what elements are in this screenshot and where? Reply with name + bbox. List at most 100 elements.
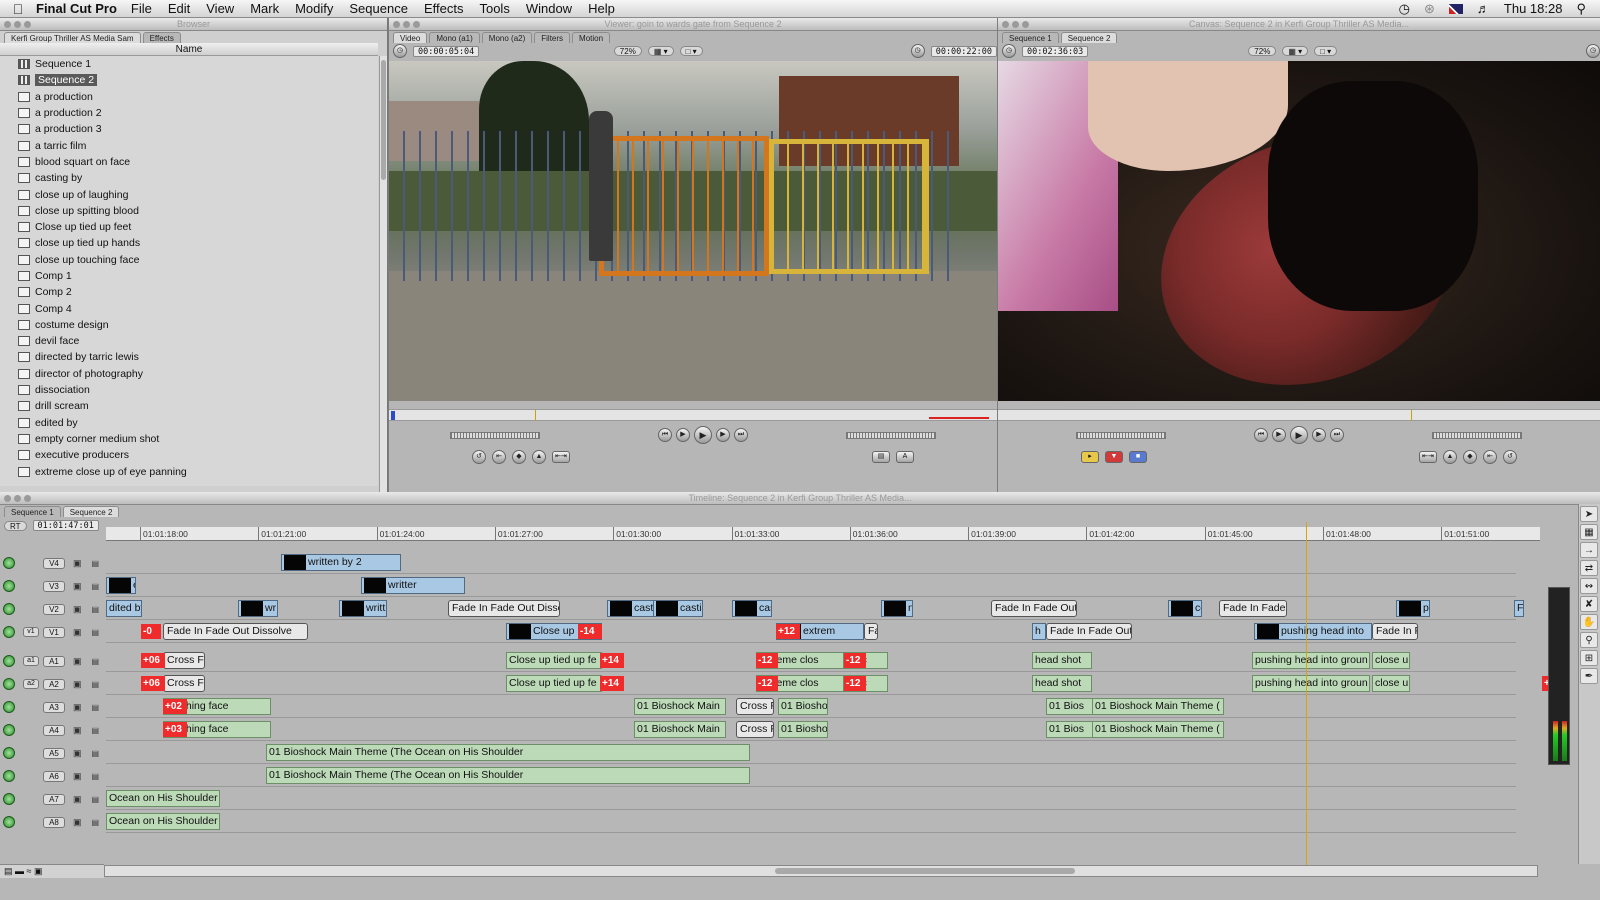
lock-icon[interactable]: ▣ (73, 702, 82, 713)
tab-mono-a2[interactable]: Mono (a2) (481, 32, 533, 43)
tab-sequence-1[interactable]: Sequence 1 (4, 506, 61, 517)
add-keyframe-button[interactable]: ◆ (512, 450, 526, 464)
browser-item[interactable]: Comp 4 (0, 300, 378, 316)
volume-icon[interactable]: ♬ (1477, 1, 1490, 16)
insert-edit-button[interactable]: ▸ (1081, 451, 1099, 463)
track-label[interactable]: A1 (43, 655, 65, 667)
shuttle-control[interactable] (450, 431, 540, 439)
track-visibility-icon[interactable] (3, 747, 15, 759)
viewer-video-frame[interactable] (389, 61, 997, 401)
tab-mono-a1[interactable]: Mono (a1) (429, 32, 480, 43)
transition[interactable]: Fade In Fade Out (991, 600, 1077, 617)
audio-clip[interactable]: Close up tied up fe (506, 652, 602, 669)
match-frame-button[interactable]: ↺ (1503, 450, 1517, 464)
auto-select-icon[interactable]: ▤ (92, 559, 100, 568)
overwrite-edit-button[interactable]: ▼ (1105, 451, 1123, 463)
add-marker-button[interactable]: ▲ (532, 450, 546, 464)
timeline-current-timecode[interactable]: 01:01:47:01 (32, 520, 99, 531)
audio-clip[interactable]: close u (1372, 652, 1410, 669)
video-clip[interactable]: pushing head into (1254, 623, 1372, 640)
track-visibility-icon[interactable] (3, 724, 15, 736)
track-height-icon[interactable]: ▤ ▬ ≈ ▣ (0, 866, 42, 876)
audio-clip[interactable]: 01 Bioshock Main Theme ( (1092, 698, 1224, 715)
next-edit-button[interactable]: ⏭ (734, 428, 748, 442)
browser-scrollbar[interactable] (379, 56, 387, 492)
audio-clip[interactable]: pushing head into groun (1252, 675, 1370, 692)
window-controls[interactable] (4, 495, 31, 502)
auto-select-icon[interactable]: ▤ (92, 726, 100, 735)
track-label[interactable]: A2 (43, 678, 65, 690)
tab-sequence-2[interactable]: Sequence 2 (62, 506, 120, 517)
menu-app-name[interactable]: Final Cut Pro (36, 1, 117, 16)
auto-select-icon[interactable]: ▤ (92, 818, 100, 827)
add-marker-button[interactable]: ▲ (1443, 450, 1457, 464)
browser-item[interactable]: a production 3 (0, 121, 378, 137)
video-clip[interactable]: cast (607, 600, 655, 617)
audio-clip[interactable]: Ocean on His Shoulder (106, 790, 220, 807)
window-controls[interactable] (393, 21, 420, 28)
audio-clip[interactable]: 01 Bioshock Main Theme ( (1092, 721, 1224, 738)
jog-control[interactable] (846, 431, 936, 439)
browser-item[interactable]: blood squart on face (0, 154, 378, 170)
previous-edit-button[interactable]: ⏮ (658, 428, 672, 442)
browser-item[interactable]: a tarric film (0, 137, 378, 153)
menu-help[interactable]: Help (588, 1, 615, 16)
track-visibility-icon[interactable] (3, 626, 15, 638)
track-visibility-icon[interactable] (3, 655, 15, 667)
track-visibility-icon[interactable] (3, 701, 15, 713)
lock-icon[interactable]: ▣ (73, 604, 82, 615)
browser-item[interactable]: Sequence 1 (0, 56, 378, 72)
video-clip[interactable]: F (1514, 600, 1524, 617)
browser-item[interactable]: a production (0, 89, 378, 105)
canvas-zoom-popup[interactable]: 72% (1248, 46, 1277, 56)
play-button[interactable]: ▶ (1290, 426, 1308, 444)
menubar-clock[interactable]: Thu 18:28 (1504, 1, 1563, 16)
mark-clip-button[interactable]: ⇤ (1483, 450, 1497, 464)
browser-item[interactable]: Comp 2 (0, 284, 378, 300)
tab-effects[interactable]: Effects (142, 32, 181, 43)
video-clip[interactable]: dited by (106, 600, 142, 617)
track-select-tool-icon[interactable]: → (1580, 542, 1598, 558)
bluetooth-icon[interactable]: ⊛ (1424, 1, 1435, 17)
menu-view[interactable]: View (206, 1, 234, 16)
scrubber-playhead-icon[interactable] (535, 410, 536, 421)
slip-tool-icon[interactable]: ↭ (1580, 578, 1598, 594)
lock-icon[interactable]: ▣ (73, 627, 82, 638)
viewer-scrubber-bar[interactable] (389, 409, 997, 421)
track-label[interactable]: A6 (43, 770, 65, 782)
browser-item[interactable]: empty corner medium shot (0, 431, 378, 447)
spotlight-icon[interactable]: ⚲ (1576, 1, 1586, 17)
selection-tool-icon[interactable]: ➤ (1580, 506, 1598, 522)
lock-icon[interactable]: ▣ (73, 656, 82, 667)
browser-item[interactable]: director of photography (0, 366, 378, 382)
razor-tool-icon[interactable]: ✘ (1580, 596, 1598, 612)
viewer-view-popup[interactable]: □ ▾ (679, 46, 703, 56)
tab-project[interactable]: Kerfi Group Thriller AS Media Sam (4, 32, 141, 43)
browser-item[interactable]: edited by (0, 415, 378, 431)
audio-clip[interactable]: close u (1372, 675, 1410, 692)
viewer-zoom-popup[interactable]: 72% (613, 46, 642, 56)
play-around-button[interactable]: ▶ (716, 428, 730, 442)
canvas-duration-timecode[interactable]: 00:02:36:03 (1022, 45, 1089, 57)
previous-edit-button[interactable]: ⏮ (1254, 428, 1268, 442)
transition[interactable]: Cross F (736, 721, 774, 738)
auto-select-icon[interactable]: ▤ (92, 628, 100, 637)
transition[interactable]: Cross F (163, 675, 205, 692)
lock-icon[interactable]: ▣ (73, 748, 82, 759)
auto-select-icon[interactable]: ▤ (92, 657, 100, 666)
track-label[interactable]: V3 (43, 580, 65, 592)
scrollbar-thumb[interactable] (775, 868, 1075, 874)
out-point-icon[interactable] (929, 417, 989, 419)
transition[interactable]: Fade In Fade Out Disso (448, 600, 560, 617)
canvas-video-frame[interactable] (998, 61, 1600, 401)
edit-selection-tool-icon[interactable]: ▦ (1580, 524, 1598, 540)
track-label[interactable]: V1 (43, 626, 65, 638)
audio-clip[interactable]: 01 Bioshock Main (634, 698, 726, 715)
video-clip[interactable]: costu (1168, 600, 1202, 617)
next-edit-button[interactable]: ⏭ (1330, 428, 1344, 442)
lock-icon[interactable]: ▣ (73, 581, 82, 592)
jog-control[interactable] (1432, 431, 1522, 439)
mark-clip-button[interactable]: ⇤ (492, 450, 506, 464)
audio-clip[interactable]: 01 Biosho (778, 721, 828, 738)
audio-clip[interactable]: 01 Bioshock Main (634, 721, 726, 738)
